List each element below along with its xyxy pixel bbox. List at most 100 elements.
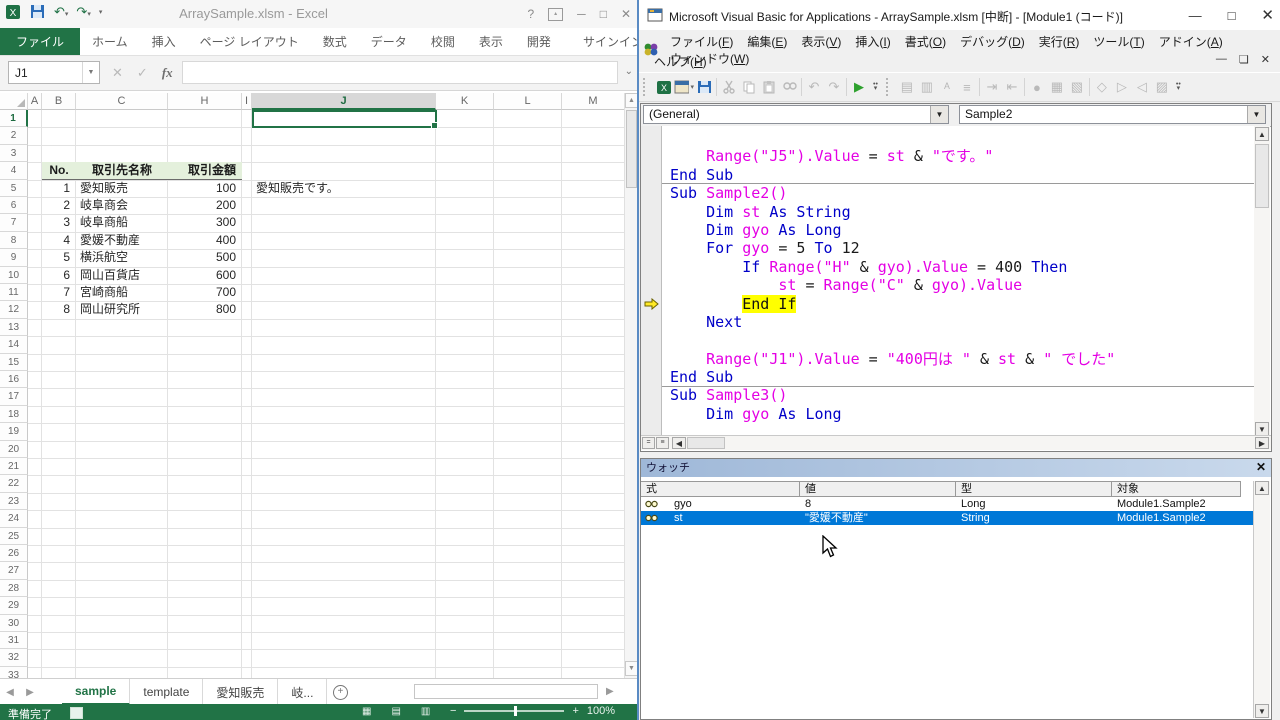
close-icon[interactable]: ✕ [1261,6,1274,24]
worksheet-grid[interactable]: ABCHIJKLM1234567891011121314151617181920… [0,93,637,678]
normal-view-icon[interactable]: ▦ [362,706,371,717]
row-header-23[interactable]: 23 [0,493,28,510]
row-header-29[interactable]: 29 [0,597,28,614]
menu-item[interactable]: デバッグ(D) [953,33,1032,51]
row-header-11[interactable]: 11 [0,284,28,301]
row-header-25[interactable]: 25 [0,528,28,545]
minimize-icon[interactable]: ─ [577,7,586,21]
watch-column-header[interactable]: 式 [641,481,800,497]
page-break-view-icon[interactable]: ▥ [421,706,430,717]
grid-cell-B10[interactable]: 6 [42,267,76,284]
toolbar-overflow-icon[interactable]: ••▾ [873,83,878,91]
vscroll-thumb[interactable] [626,110,637,188]
scroll-up-icon[interactable]: ▲ [1255,481,1269,495]
scroll-up-icon[interactable]: ▲ [625,93,637,108]
grid-cell-H12[interactable]: 800 [168,301,242,318]
toolbar-overflow-icon[interactable]: ••▾ [1176,83,1181,91]
grid-cell-H5[interactable]: 100 [168,180,242,197]
edit-toolbar-icon-6[interactable]: ● [1027,78,1047,96]
grid-cell-B11[interactable]: 7 [42,284,76,301]
edit-toolbar-icon-8[interactable]: ▧ [1067,78,1087,96]
grid-cell-C12[interactable]: 岡山研究所 [76,301,168,318]
grid-cell-B8[interactable]: 4 [42,232,76,249]
row-header-12[interactable]: 12 [0,301,28,318]
edit-toolbar-icon-4[interactable]: ⇥ [982,78,1002,96]
ribbon-tab[interactable]: 表示 [467,28,515,55]
watch-context[interactable]: Module1.Sample2 [1112,497,1257,511]
scroll-left-icon[interactable]: ◀ [672,437,686,449]
grid-cell-C7[interactable]: 岐阜商船 [76,214,168,231]
grid-cell-B5[interactable]: 1 [42,180,76,197]
watch-close-icon[interactable]: ✕ [1253,460,1269,475]
row-header-22[interactable]: 22 [0,475,28,492]
row-header-10[interactable]: 10 [0,267,28,284]
column-header-A[interactable]: A [28,93,42,110]
row-header-1[interactable]: 1 [0,110,28,127]
close-icon[interactable]: ✕ [621,7,631,21]
edit-toolbar-icon-1[interactable]: ▥ [917,78,937,96]
find-icon[interactable] [779,78,799,96]
sheet-nav-left-icon[interactable]: ◀ [0,679,20,705]
column-header-H[interactable]: H [168,93,242,110]
grid-cell-B12[interactable]: 8 [42,301,76,318]
row-header-26[interactable]: 26 [0,545,28,562]
sheet-tab[interactable]: 岐... [278,679,327,705]
row-header-28[interactable]: 28 [0,580,28,597]
enter-icon[interactable]: ✓ [137,65,148,81]
edit-toolbar-icon-3[interactable]: ≡ [957,78,977,96]
watch-context[interactable]: Module1.Sample2 [1112,511,1257,525]
macro-record-icon[interactable] [70,707,83,719]
zoom-level-label[interactable]: 100% [587,705,615,717]
zoom-out-icon[interactable]: − [450,705,456,717]
row-header-9[interactable]: 9 [0,249,28,266]
vscroll-thumb[interactable] [1255,144,1269,208]
new-sheet-icon[interactable]: + [327,679,353,705]
column-header-M[interactable]: M [562,93,625,110]
watch-type[interactable]: Long [956,497,1112,511]
procedure-view-icon[interactable]: = [642,437,655,449]
formula-input[interactable] [182,61,618,84]
grid-cell-H6[interactable]: 200 [168,197,242,214]
menu-item[interactable]: 書式(O) [898,33,953,51]
watch-type[interactable]: String [956,511,1112,525]
namebox-dropdown-icon[interactable]: ▼ [82,62,99,83]
row-header-30[interactable]: 30 [0,615,28,632]
edit-toolbar-icon-0[interactable]: ▤ [897,78,917,96]
grid-cell-C6[interactable]: 岐阜商会 [76,197,168,214]
sheet-tab[interactable]: 愛知販売 [203,679,278,705]
grid-cell-C10[interactable]: 岡山百貨店 [76,267,168,284]
row-header-14[interactable]: 14 [0,336,28,353]
run-icon[interactable]: ▶ [849,78,869,96]
view-excel-icon[interactable]: X [654,78,674,96]
menu-item[interactable]: 編集(E) [740,33,794,51]
watch-column-header[interactable]: 対象 [1112,481,1241,497]
select-all-corner[interactable] [0,93,28,110]
edit-toolbar-icon-5[interactable]: ⇤ [1002,78,1022,96]
row-header-24[interactable]: 24 [0,510,28,527]
grid-cell-C5[interactable]: 愛知販売 [76,180,168,197]
zoom-in-icon[interactable]: + [572,705,578,717]
ribbon-tab[interactable]: ページ レイアウト [188,28,311,55]
ribbon-tab[interactable]: ホーム [80,28,140,55]
object-combobox[interactable]: (General)▼ [643,105,949,124]
row-header-2[interactable]: 2 [0,127,28,144]
watch-row[interactable]: gyo8LongModule1.Sample2 [641,497,1257,511]
grid-cell-C4[interactable]: 取引先名称 [76,162,168,179]
cancel-icon[interactable]: ✕ [112,65,123,81]
watch-column-header[interactable]: 型 [956,481,1112,497]
grid-cell-J5[interactable]: 愛知販売です。 [252,180,436,197]
sheettab-scroll-right-icon[interactable]: ▶ [606,686,614,697]
grid-cell-B4[interactable]: No. [42,162,76,179]
grid-cell-H4[interactable]: 取引金額 [168,162,242,179]
ribbon-display-icon[interactable]: ▴ [548,8,563,21]
column-header-K[interactable]: K [436,93,494,110]
row-header-15[interactable]: 15 [0,354,28,371]
edit-toolbar-icon-2[interactable]: ᴬ [937,78,957,96]
mdi-close-icon[interactable]: ✕ [1261,53,1270,66]
row-header-27[interactable]: 27 [0,562,28,579]
grid-cell-C8[interactable]: 愛媛不動産 [76,232,168,249]
scroll-up-icon[interactable]: ▲ [1255,127,1269,141]
column-header-C[interactable]: C [76,93,168,110]
grid-cell-H9[interactable]: 500 [168,249,242,266]
row-header-21[interactable]: 21 [0,458,28,475]
